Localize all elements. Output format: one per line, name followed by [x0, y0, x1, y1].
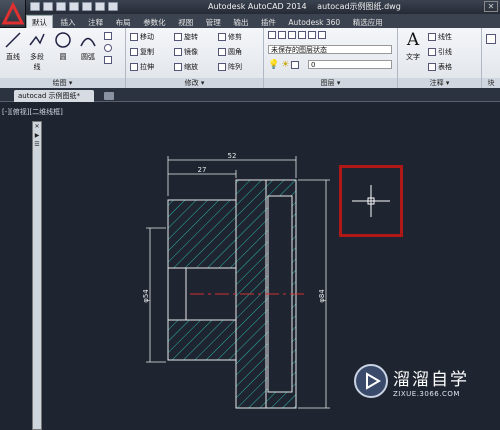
- watermark-sub: ZIXUE.3066.COM: [393, 389, 460, 398]
- dimension-52-label: 52: [228, 152, 237, 160]
- dimension-27-label: 27: [198, 166, 207, 174]
- watermark: 溜溜自学 ZIXUE.3066.COM: [354, 364, 469, 398]
- hub-upper-section: [167, 199, 237, 269]
- hub-lower-section: [167, 319, 237, 361]
- dimension-phi54-label: φ54: [142, 289, 150, 303]
- watermark-text: 溜溜自学 ZIXUE.3066.COM: [393, 365, 469, 398]
- cursor-highlight-box: [339, 165, 403, 237]
- play-logo-icon: [354, 364, 388, 398]
- dimension-phi84-label: φ84: [318, 289, 326, 303]
- watermark-main: 溜溜自学: [393, 369, 469, 390]
